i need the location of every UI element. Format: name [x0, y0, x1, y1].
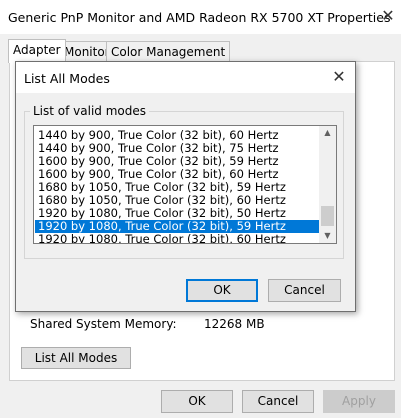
- window-close-icon[interactable]: ✕: [378, 6, 398, 26]
- scroll-up-icon[interactable]: ▲: [319, 126, 336, 140]
- tab-adapter[interactable]: Adapter: [8, 39, 66, 63]
- dialog-close-icon[interactable]: ✕: [329, 67, 349, 87]
- list-all-modes-dialog: List All Modes ✕ List of valid modes 144…: [15, 61, 356, 312]
- apply-button: Apply: [323, 390, 395, 413]
- window-titlebar: Generic PnP Monitor and AMD Radeon RX 57…: [0, 0, 401, 34]
- listbox-scrollbar[interactable]: ▲ ▼: [319, 126, 336, 243]
- tab-color-management[interactable]: Color Management: [106, 41, 231, 62]
- window-title: Generic PnP Monitor and AMD Radeon RX 57…: [8, 10, 391, 25]
- dialog-title: List All Modes: [24, 71, 110, 86]
- dialog-titlebar: List All Modes ✕: [16, 62, 355, 93]
- cancel-button[interactable]: Cancel: [242, 390, 314, 413]
- shared-memory-value: 12268 MB: [204, 317, 265, 331]
- modes-group-label: List of valid modes: [30, 104, 150, 118]
- shared-memory-label: Shared System Memory:: [30, 317, 177, 331]
- ok-button[interactable]: OK: [161, 390, 233, 413]
- dialog-ok-button[interactable]: OK: [186, 279, 258, 302]
- list-all-modes-button[interactable]: List All Modes: [21, 347, 131, 369]
- dialog-cancel-button[interactable]: Cancel: [268, 279, 341, 302]
- scroll-thumb[interactable]: [321, 206, 334, 226]
- mode-list-item[interactable]: 1920 by 1080, True Color (32 bit), 60 He…: [35, 233, 320, 244]
- scroll-down-icon[interactable]: ▼: [319, 229, 336, 243]
- modes-listbox[interactable]: 1440 by 900, True Color (32 bit), 60 Her…: [33, 125, 337, 244]
